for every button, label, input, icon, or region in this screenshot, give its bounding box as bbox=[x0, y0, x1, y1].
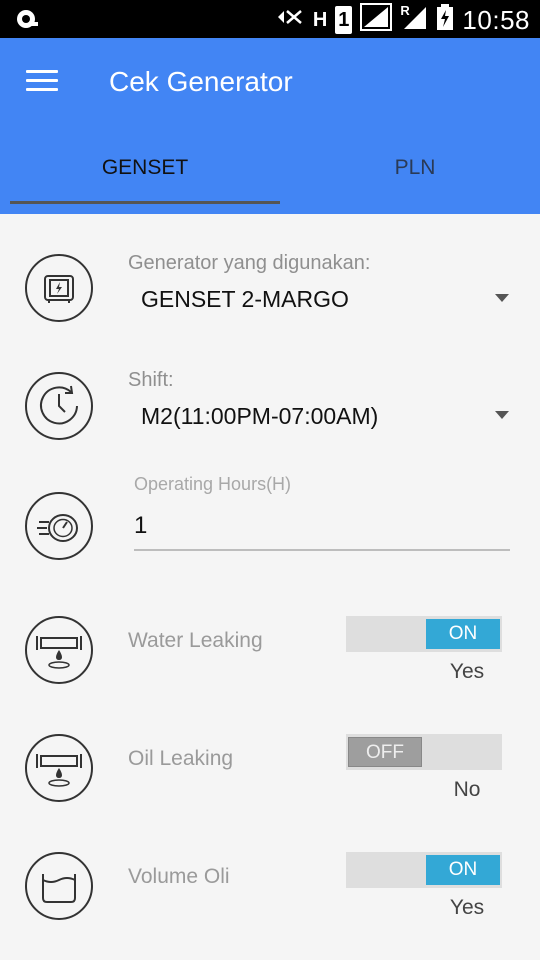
shift-label: Shift: bbox=[128, 369, 174, 391]
clock-time: 10:58 bbox=[462, 4, 530, 35]
oil-leaking-state: No bbox=[453, 778, 481, 801]
water-leaking-switch[interactable]: ON bbox=[346, 616, 502, 652]
mute-icon bbox=[275, 5, 305, 34]
tab-indicator bbox=[10, 201, 280, 204]
water-leak-icon bbox=[25, 616, 93, 684]
oil-leaking-label: Oil Leaking bbox=[128, 747, 234, 770]
app-bar: Cek Generator GENSET PLN bbox=[0, 38, 540, 214]
operating-hours-input[interactable] bbox=[134, 503, 510, 551]
generator-label: Generator yang digunakan: bbox=[128, 252, 371, 274]
generator-value[interactable]: GENSET 2-MARGO bbox=[141, 286, 349, 313]
signal-icon bbox=[360, 3, 393, 36]
stopwatch-icon bbox=[25, 492, 93, 560]
oil-leaking-switch[interactable]: OFF bbox=[346, 734, 502, 770]
tab-genset[interactable]: GENSET bbox=[10, 138, 280, 198]
water-leaking-label: Water Leaking bbox=[128, 629, 263, 652]
tab-pln[interactable]: PLN bbox=[280, 138, 540, 198]
oil-volume-icon bbox=[25, 852, 93, 920]
sim1-icon: 1 bbox=[335, 5, 353, 34]
oil-leaking-switch-text: OFF bbox=[348, 737, 422, 767]
hspa-icon: H bbox=[312, 8, 328, 31]
chevron-down-icon[interactable] bbox=[495, 411, 509, 419]
volume-oli-switch[interactable]: ON bbox=[346, 852, 502, 888]
battery-charging-icon bbox=[436, 3, 454, 36]
water-leaking-state: Yes bbox=[449, 660, 485, 683]
status-bar: H 1 R 10:58 bbox=[0, 0, 540, 38]
shift-value[interactable]: M2(11:00PM-07:00AM) bbox=[141, 403, 378, 430]
water-leaking-switch-text: ON bbox=[426, 619, 500, 649]
generator-icon bbox=[25, 254, 93, 322]
volume-oli-label: Volume Oli bbox=[128, 865, 230, 888]
volume-oli-state: Yes bbox=[449, 896, 485, 919]
volume-oli-switch-text: ON bbox=[426, 855, 500, 885]
clock-icon bbox=[25, 372, 93, 440]
page-title: Cek Generator bbox=[109, 66, 293, 97]
chevron-down-icon[interactable] bbox=[495, 294, 509, 302]
oil-leak-icon bbox=[25, 734, 93, 802]
operating-hours-label: Operating Hours(H) bbox=[134, 474, 292, 494]
roaming-signal-icon: R bbox=[400, 3, 428, 36]
notification-icon bbox=[14, 8, 40, 35]
menu-icon[interactable] bbox=[26, 70, 58, 94]
